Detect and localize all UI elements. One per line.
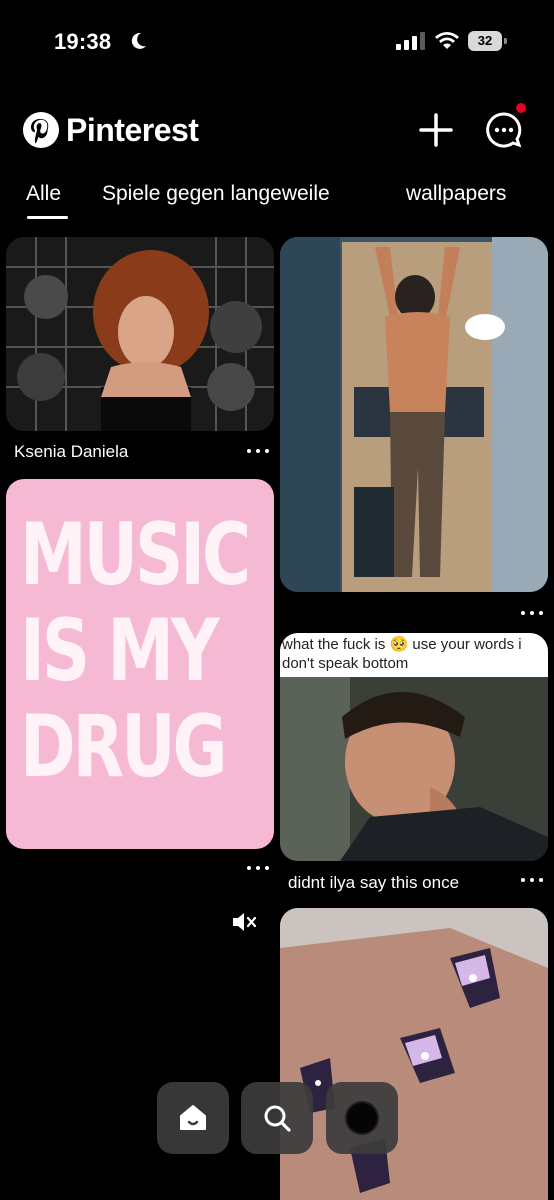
profile-avatar [345, 1101, 379, 1135]
more-options-icon[interactable] [521, 609, 543, 617]
tab-wallpapers[interactable]: wallpapers [406, 182, 506, 206]
status-time: 19:38 [54, 29, 112, 54]
poster-line: MUSIC [20, 505, 251, 605]
pinterest-logo-icon [23, 112, 59, 148]
muted-speaker-icon[interactable] [231, 911, 257, 933]
board-tabs: Alle Spiele gegen langeweile wallpapers [0, 180, 554, 224]
status-bar: 19:38 32 [0, 0, 554, 80]
wifi-icon [435, 32, 459, 49]
pin-caption[interactable]: Ksenia Daniela [14, 442, 128, 462]
poster-line: DRUG [20, 697, 228, 797]
battery-level: 32 [468, 31, 502, 51]
pin-photo [280, 908, 548, 1200]
pin-poster-text: MUSIC IS MY DRUG [20, 505, 251, 797]
pin-image-music-is-my-drug[interactable]: MUSIC IS MY DRUG [6, 479, 274, 849]
pin-photo [6, 237, 274, 431]
meme-text: what the fuck is 🥺 use your words i [282, 636, 522, 653]
nav-search-button[interactable] [241, 1082, 313, 1154]
notification-dot [516, 103, 526, 113]
pin-image-illustration[interactable] [280, 237, 548, 592]
signal-icon [396, 32, 425, 50]
poster-line: IS MY [20, 601, 219, 701]
nav-profile-button[interactable] [326, 1082, 398, 1154]
search-icon [264, 1105, 291, 1132]
plus-icon[interactable] [418, 112, 454, 148]
meme-photo [280, 677, 548, 861]
battery-tip [504, 38, 507, 44]
pin-image-nails[interactable] [280, 908, 548, 1200]
app-name: Pinterest [66, 111, 199, 148]
more-options-icon[interactable] [521, 876, 543, 884]
pin-image-meme[interactable]: what the fuck is 🥺 use your words i don'… [280, 633, 548, 861]
more-options-icon[interactable] [247, 447, 269, 455]
nav-home-button[interactable] [157, 1082, 229, 1154]
tab-alle[interactable]: Alle [26, 182, 61, 206]
meme-text: don't speak bottom [282, 655, 409, 672]
active-tab-indicator [27, 216, 68, 219]
messages-icon[interactable] [484, 110, 524, 150]
pinterest-brand[interactable]: Pinterest [22, 110, 199, 150]
pin-image-curly-hair-portrait[interactable] [6, 237, 274, 431]
more-options-icon[interactable] [247, 864, 269, 872]
pin-caption[interactable]: didnt ilya say this once [288, 873, 459, 893]
tab-spiele-gegen-langeweile[interactable]: Spiele gegen langeweile [102, 182, 330, 206]
moon-icon [131, 32, 146, 49]
battery-icon: 32 [468, 31, 508, 51]
meme-text-box: what the fuck is 🥺 use your words i don'… [280, 633, 548, 677]
pin-artwork [280, 237, 548, 592]
home-icon [180, 1105, 206, 1130]
